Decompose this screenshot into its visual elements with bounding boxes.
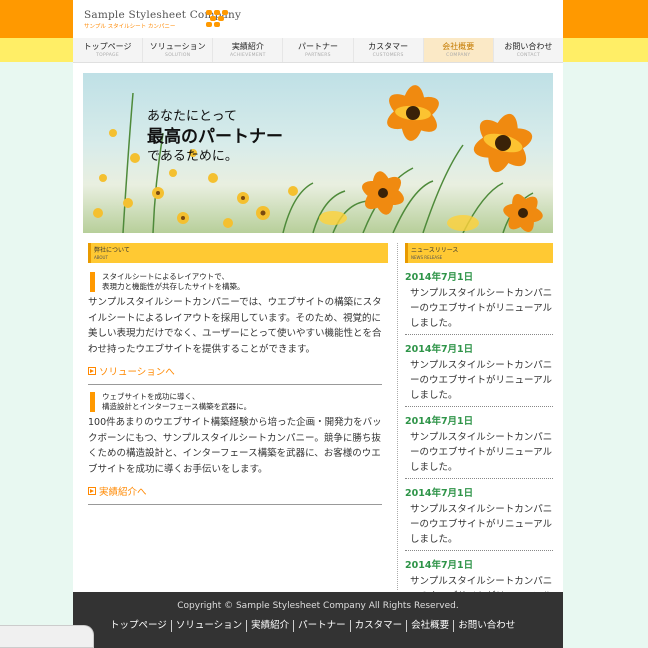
achievement-link-label: 実績紹介へ bbox=[99, 487, 147, 498]
nav-label: ソリューション bbox=[149, 42, 206, 51]
solution-link[interactable]: ソリューションへ bbox=[88, 364, 382, 378]
nav-item-company[interactable]: 会社概要 COMPANY bbox=[423, 38, 494, 62]
hero-line-3: であるために。 bbox=[147, 149, 238, 164]
nav-label: 会社概要 bbox=[442, 42, 475, 51]
nav-sublabel: CUSTOMERS bbox=[372, 53, 404, 58]
hero-line-1: あなたにとって bbox=[147, 109, 237, 124]
nav-sublabel: PARTNERS bbox=[305, 53, 331, 58]
news-item[interactable]: 2014年7月1日 サンプルスタイルシートカンパニーのウエブサイトがリニューアル… bbox=[405, 344, 553, 407]
column-separator bbox=[397, 243, 398, 590]
news-item[interactable]: 2014年7月1日 サンプルスタイルシートカンパニーのウエブサイトがリニューアル… bbox=[405, 416, 553, 479]
news-item[interactable]: 2014年7月1日 サンプルスタイルシートカンパニーのウエブサイトがリニューアル… bbox=[405, 272, 553, 335]
page-container: Sample Stylesheet Company サンプル スタイルシート カ… bbox=[73, 0, 563, 648]
footer-nav: トップページ ソリューション 実績紹介 パートナー カスタマー 会社概要 お問い… bbox=[106, 620, 519, 632]
nav-sublabel: SOLUTION bbox=[165, 53, 191, 58]
news-date: 2014年7月1日 bbox=[405, 488, 474, 499]
about-block-2-body: 100件あまりのウエブサイト構築経験から培った企画・開発力をバックボーンにもつ、… bbox=[88, 417, 382, 475]
news-section: ニュースリリース NEWS RELEASE 2014年7月1日 サンプルスタイル… bbox=[405, 243, 553, 619]
section-divider bbox=[88, 384, 382, 385]
solution-link-label: ソリューションへ bbox=[99, 367, 175, 378]
section-divider bbox=[88, 504, 382, 505]
about-heading-label: 弊社について bbox=[94, 247, 130, 254]
arrow-box-icon bbox=[88, 487, 96, 495]
news-heading-label: ニュースリリース bbox=[411, 247, 459, 254]
lead-line: 構造設計とインターフェース構築を武器に。 bbox=[102, 402, 252, 411]
hero-line-2: 最高のパートナー bbox=[147, 127, 283, 147]
logo-mark-icon bbox=[206, 10, 228, 28]
news-text: サンプルスタイルシートカンパニーのウエブサイトがリニューアルしました。 bbox=[410, 360, 553, 401]
footer-link-company[interactable]: 会社概要 bbox=[407, 620, 455, 632]
footer-link-solution[interactable]: ソリューション bbox=[172, 620, 248, 632]
news-separator bbox=[405, 478, 553, 479]
footer-link-partners[interactable]: パートナー bbox=[294, 620, 351, 632]
about-block-2-lead: ウェブサイトを成功に導く、 構造設計とインターフェース構築を武器に。 bbox=[90, 392, 382, 412]
news-text: サンプルスタイルシートカンパニーのウエブサイトがリニューアルしました。 bbox=[410, 504, 553, 545]
nav-sublabel: TOPPAGE bbox=[96, 53, 119, 58]
about-heading: 弊社について ABOUT bbox=[88, 243, 388, 263]
site-footer: Copyright © Sample Stylesheet Company Al… bbox=[73, 592, 563, 648]
hero-copy: あなたにとって 最高のパートナー であるために。 bbox=[147, 108, 283, 166]
global-nav: トップページ TOPPAGE ソリューション SOLUTION 実績紹介 ACH… bbox=[73, 38, 563, 63]
about-heading-sublabel: ABOUT bbox=[94, 255, 108, 260]
news-date: 2014年7月1日 bbox=[405, 272, 474, 283]
nav-item-achievement[interactable]: 実績紹介 ACHIEVEMENT bbox=[213, 38, 284, 62]
site-header: Sample Stylesheet Company サンプル スタイルシート カ… bbox=[73, 0, 563, 38]
news-separator bbox=[405, 334, 553, 335]
nav-item-customers[interactable]: カスタマー CUSTOMERS bbox=[354, 38, 424, 62]
copyright-text: Copyright © Sample Stylesheet Company Al… bbox=[177, 601, 459, 611]
browser-corner-tab bbox=[0, 625, 94, 648]
about-block-2: ウェブサイトを成功に導く、 構造設計とインターフェース構築を武器に。 100件あ… bbox=[88, 392, 382, 505]
nav-label: パートナー bbox=[297, 42, 338, 51]
news-separator bbox=[405, 550, 553, 551]
news-date: 2014年7月1日 bbox=[405, 416, 474, 427]
about-block-1-lead: スタイルシートによるレイアウトで、 表現力と機能性が共存したサイトを構築。 bbox=[90, 272, 382, 292]
news-text: サンプルスタイルシートカンパニーのウエブサイトがリニューアルしました。 bbox=[410, 288, 553, 329]
nav-item-contact[interactable]: お問い合わせ CONTACT bbox=[494, 38, 563, 62]
nav-label: トップページ bbox=[83, 42, 132, 51]
news-separator bbox=[405, 406, 553, 407]
nav-label: 実績紹介 bbox=[231, 42, 264, 51]
arrow-box-icon bbox=[88, 367, 96, 375]
nav-sublabel: COMPANY bbox=[446, 53, 471, 58]
footer-link-contact[interactable]: お問い合わせ bbox=[454, 620, 519, 632]
nav-sublabel: CONTACT bbox=[516, 53, 541, 58]
news-item[interactable]: 2014年7月1日 サンプルスタイルシートカンパニーのウエブサイトがリニューアル… bbox=[405, 488, 553, 551]
about-section: 弊社について ABOUT スタイルシートによるレイアウトで、 表現力と機能性が共… bbox=[88, 243, 388, 505]
footer-link-achievement[interactable]: 実績紹介 bbox=[247, 620, 295, 632]
nav-item-solution[interactable]: ソリューション SOLUTION bbox=[143, 38, 214, 62]
news-text: サンプルスタイルシートカンパニーのウエブサイトがリニューアルしました。 bbox=[410, 432, 553, 473]
nav-label: お問い合わせ bbox=[504, 42, 553, 51]
lead-line: ウェブサイトを成功に導く、 bbox=[102, 392, 200, 401]
footer-link-customers[interactable]: カスタマー bbox=[351, 620, 408, 632]
lead-line: スタイルシートによるレイアウトで、 bbox=[102, 272, 229, 281]
news-date: 2014年7月1日 bbox=[405, 344, 474, 355]
lead-line: 表現力と機能性が共存したサイトを構築。 bbox=[102, 282, 245, 291]
news-heading: ニュースリリース NEWS RELEASE bbox=[405, 243, 553, 263]
footer-link-top[interactable]: トップページ bbox=[106, 620, 172, 632]
hero-banner: あなたにとって 最高のパートナー であるために。 bbox=[83, 73, 553, 233]
news-heading-sublabel: NEWS RELEASE bbox=[411, 255, 443, 260]
nav-label: カスタマー bbox=[368, 42, 409, 51]
about-block-1: スタイルシートによるレイアウトで、 表現力と機能性が共存したサイトを構築。 サン… bbox=[88, 272, 382, 385]
nav-sublabel: ACHIEVEMENT bbox=[229, 53, 266, 58]
nav-item-top[interactable]: トップページ TOPPAGE bbox=[73, 38, 144, 62]
achievement-link[interactable]: 実績紹介へ bbox=[88, 484, 382, 498]
news-date: 2014年7月1日 bbox=[405, 560, 474, 571]
nav-item-partners[interactable]: パートナー PARTNERS bbox=[283, 38, 354, 62]
about-block-1-body: サンプルスタイルシートカンパニーでは、ウエブサイトの構築にスタイルシートによるレ… bbox=[88, 297, 382, 355]
